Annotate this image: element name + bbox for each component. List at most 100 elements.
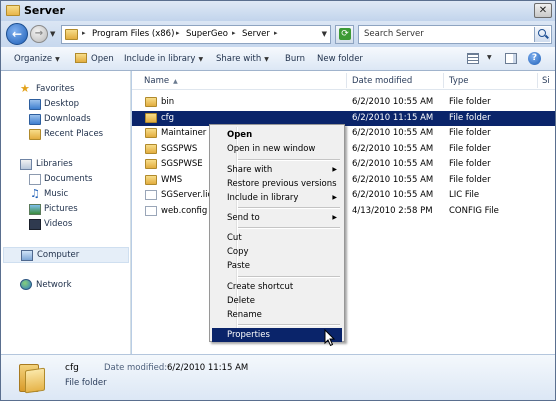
file-type: File folder [449, 112, 491, 123]
menu-cut[interactable]: Cut [212, 231, 342, 245]
submenu-arrow-icon: ▶ [332, 194, 337, 201]
change-view-icon[interactable] [467, 53, 479, 64]
breadcrumb-server[interactable]: Server [242, 29, 270, 39]
column-type[interactable]: Type [449, 76, 469, 86]
preview-pane-icon[interactable] [505, 53, 517, 64]
forward-button[interactable]: → [30, 25, 48, 43]
menu-rename[interactable]: Rename [212, 308, 342, 322]
file-row[interactable]: bin 6/2/2010 10:55 AM File folder [132, 95, 555, 110]
menu-copy[interactable]: Copy [212, 245, 342, 259]
file-name: cfg [161, 112, 175, 123]
folder-icon [145, 159, 157, 169]
libraries-icon [20, 159, 32, 170]
file-name: SGServer.lic [161, 190, 213, 200]
search-icon[interactable] [534, 27, 550, 42]
search-input[interactable]: Search Server [358, 25, 552, 44]
nav-desktop[interactable]: Desktop [44, 99, 79, 109]
address-box[interactable]: ▸ Program Files (x86) ▸ SuperGeo ▸ Serve… [61, 25, 331, 44]
nav-computer-row[interactable]: Computer [3, 247, 129, 263]
file-name: SGSPWSE [161, 159, 203, 169]
address-dropdown[interactable]: ▼ [322, 30, 327, 38]
burn-button[interactable]: Burn [285, 54, 305, 64]
menu-delete[interactable]: Delete [212, 294, 342, 308]
details-pane: cfg Date modified: 6/2/2010 11:15 AM Fil… [1, 354, 555, 400]
breadcrumb-separator[interactable]: ▸ [176, 29, 180, 37]
file-type: LIC File [449, 190, 480, 200]
menu-share-with[interactable]: Share with ▶ [212, 163, 342, 177]
folder-icon [145, 143, 157, 154]
column-headers: Name ▲ Date modified Type Si [132, 71, 555, 90]
file-type: CONFIG File [449, 205, 499, 216]
file-name: SGSPWS [161, 143, 198, 154]
search-placeholder: Search Server [364, 29, 424, 39]
menu-create-shortcut[interactable]: Create shortcut [212, 280, 342, 294]
include-in-library-button[interactable]: Include in library ▼ [124, 54, 203, 64]
file-type: File folder [449, 143, 491, 154]
window-title: Server [24, 4, 65, 17]
recent-pages-dropdown[interactable]: ▼ [50, 30, 55, 38]
menu-paste[interactable]: Paste [212, 259, 342, 273]
menu-send-to[interactable]: Send to ▶ [212, 211, 342, 225]
file-date-modified: 6/2/2010 10:55 AM [352, 143, 434, 154]
nav-documents[interactable]: Documents [44, 174, 92, 184]
breadcrumb-supergeo[interactable]: SuperGeo [186, 29, 228, 39]
breadcrumb-separator[interactable]: ▸ [82, 29, 86, 37]
file-type: File folder [449, 174, 491, 185]
folder-icon [145, 128, 157, 138]
menu-restore-previous-versions[interactable]: Restore previous versions [212, 177, 342, 191]
music-icon: ♫ [30, 187, 40, 200]
menu-open-new-window[interactable]: Open in new window [212, 142, 342, 156]
submenu-arrow-icon: ▶ [332, 166, 337, 173]
details-modified-value: 6/2/2010 11:15 AM [167, 363, 249, 373]
downloads-icon [29, 114, 41, 125]
file-icon [145, 190, 157, 200]
file-type: File folder [449, 97, 491, 107]
column-date-modified[interactable]: Date modified [352, 76, 412, 86]
file-date-modified: 6/2/2010 10:55 AM [352, 190, 434, 200]
back-button[interactable]: ← [6, 23, 28, 45]
nav-music[interactable]: Music [44, 189, 68, 199]
column-name[interactable]: Name ▲ [144, 76, 178, 86]
folder-icon [19, 361, 47, 394]
column-size[interactable]: Si [542, 76, 550, 86]
nav-recent-places[interactable]: Recent Places [44, 129, 103, 139]
menu-include-in-library[interactable]: Include in library ▶ [212, 191, 342, 205]
menu-open[interactable]: Open [212, 128, 342, 142]
file-icon [145, 205, 157, 216]
folder-icon [145, 112, 157, 123]
breadcrumb-separator[interactable]: ▸ [274, 29, 278, 37]
nav-downloads[interactable]: Downloads [44, 114, 91, 124]
nav-videos[interactable]: Videos [44, 219, 72, 229]
new-folder-button[interactable]: New folder [317, 54, 363, 64]
folder-icon [6, 5, 20, 16]
refresh-icon: ⟳ [339, 28, 351, 40]
star-icon: ★ [20, 82, 30, 95]
nav-favorites[interactable]: Favorites [36, 84, 74, 94]
details-modified-label: Date modified: [104, 363, 168, 373]
nav-network[interactable]: Network [36, 280, 72, 290]
nav-libraries[interactable]: Libraries [36, 159, 73, 169]
close-button[interactable]: ✕ [534, 3, 552, 18]
menu-properties[interactable]: Properties [212, 328, 342, 342]
context-menu: Open Open in new window Share with ▶ Rest… [209, 124, 345, 342]
file-date-modified: 6/2/2010 11:15 AM [352, 112, 434, 123]
explorer-window: Server ✕ ← → ▼ ▸ Program Files (x86) ▸ S… [0, 0, 556, 401]
refresh-button[interactable]: ⟳ [335, 25, 354, 44]
mouse-pointer-icon [324, 329, 336, 347]
file-name: WMS [161, 174, 183, 185]
open-button[interactable]: Open [91, 54, 114, 64]
address-bar-row: ← → ▼ ▸ Program Files (x86) ▸ SuperGeo ▸… [1, 21, 555, 47]
file-date-modified: 6/2/2010 10:55 AM [352, 97, 434, 107]
videos-icon [29, 219, 41, 230]
organize-button[interactable]: Organize ▼ [14, 54, 60, 64]
folder-icon [65, 29, 78, 40]
nav-computer[interactable]: Computer [37, 250, 79, 260]
nav-pictures[interactable]: Pictures [44, 204, 78, 214]
breadcrumb-program-files[interactable]: Program Files (x86) [92, 29, 174, 39]
view-dropdown[interactable]: ▼ [487, 54, 492, 61]
help-icon[interactable]: ? [528, 52, 541, 65]
breadcrumb-separator[interactable]: ▸ [232, 29, 236, 37]
share-with-button[interactable]: Share with ▼ [216, 54, 269, 64]
open-folder-icon [75, 53, 87, 63]
file-name: web.config [161, 205, 208, 216]
